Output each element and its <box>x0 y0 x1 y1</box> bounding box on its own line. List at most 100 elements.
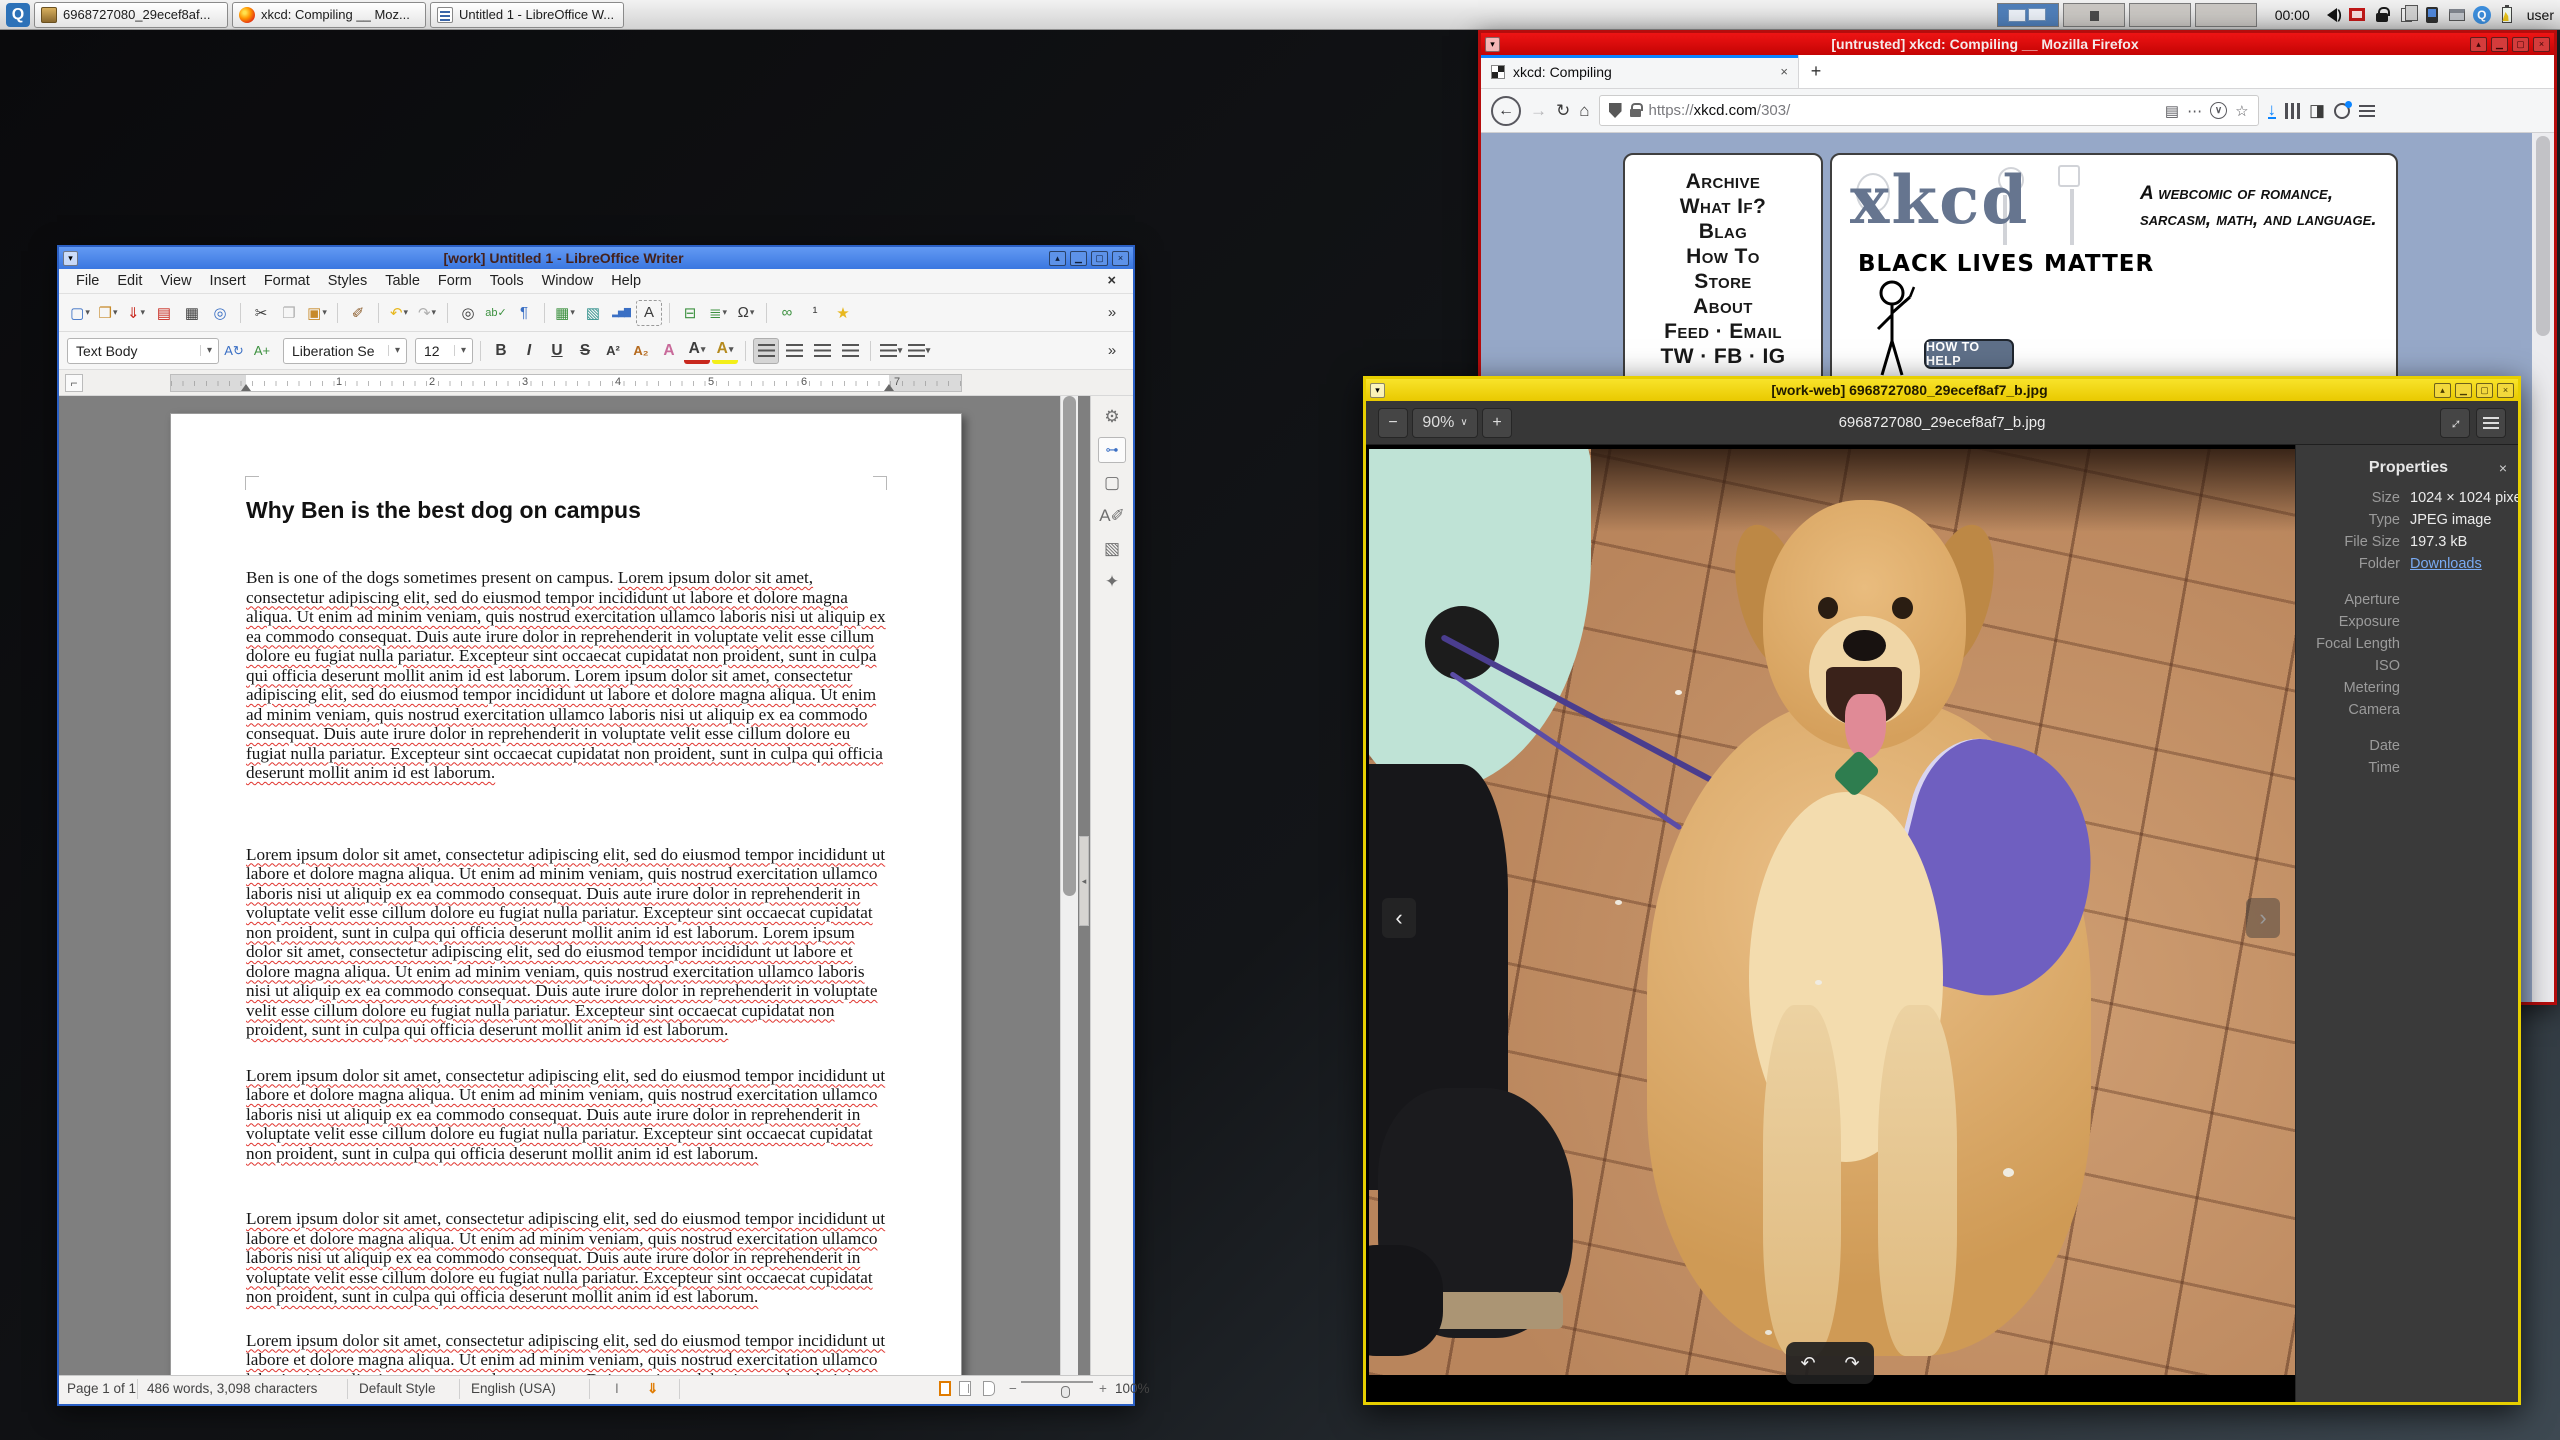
page-count[interactable]: Page 1 of 1 <box>67 1381 136 1396</box>
previous-image-button[interactable]: ‹ <box>1382 898 1416 938</box>
insert-image-button[interactable]: ▧ <box>580 300 606 326</box>
clear-formatting-button[interactable]: A <box>656 338 682 364</box>
find-replace-button[interactable]: ◎ <box>455 300 481 326</box>
menu-insert[interactable]: Insert <box>201 271 255 291</box>
bullet-list-button[interactable]: ▾ <box>878 338 904 364</box>
xkcd-link-store[interactable]: Store <box>1694 269 1751 294</box>
footnote-button[interactable]: ¹ <box>802 300 828 326</box>
home-button[interactable]: ⌂ <box>1579 101 1589 121</box>
font-color-button[interactable]: A ▾ <box>684 338 710 364</box>
sidebar-settings-icon[interactable]: ⚙ <box>1098 404 1126 430</box>
rotate-right-button[interactable]: ↷ <box>1844 1353 1859 1374</box>
workspace-4[interactable] <box>2194 2 2257 27</box>
font-name-select[interactable]: Liberation Se ▾ <box>283 337 407 364</box>
insert-mode-icon[interactable]: I <box>615 1381 619 1396</box>
menu-file[interactable]: File <box>67 271 108 291</box>
single-page-view-icon[interactable] <box>939 1381 951 1396</box>
new-tab-button[interactable]: + <box>1799 55 1833 88</box>
maximize-button[interactable]: ▢ <box>2476 382 2493 398</box>
pocket-icon[interactable]: ∨ <box>2210 102 2228 119</box>
sidebar-gallery-icon[interactable]: ▧ <box>1098 536 1126 562</box>
zoom-out-icon[interactable]: − <box>1009 1381 1017 1396</box>
paragraph-style-select[interactable]: Text Body ▾ <box>67 337 219 364</box>
reader-mode-icon[interactable]: ▤ <box>2165 102 2179 120</box>
insert-chart-button[interactable]: ▂▅▇ <box>608 300 634 326</box>
minimize-button[interactable]: ▁ <box>2491 36 2508 52</box>
tab-close-icon[interactable]: × <box>1780 64 1788 79</box>
devices-icon[interactable] <box>2422 5 2442 25</box>
xkcd-link-socials[interactable]: TW · FB · IG <box>1661 344 1786 369</box>
how-to-help-button[interactable]: HOW TO HELP <box>1924 339 2014 369</box>
workspace-3[interactable] <box>2128 2 2191 27</box>
redo-button[interactable]: ↷ ▾ <box>414 300 440 326</box>
firefox-menu-icon[interactable] <box>2359 104 2376 117</box>
special-character-button[interactable]: Ω ▾ <box>733 300 759 326</box>
shade-button[interactable]: ▴ <box>2434 382 2451 398</box>
menu-help[interactable]: Help <box>602 271 650 291</box>
undo-button[interactable]: ↶ ▾ <box>386 300 412 326</box>
window-menu-icon[interactable]: ▾ <box>1370 382 1385 398</box>
url-text[interactable]: https://xkcd.com/303/ <box>1649 102 2157 119</box>
scrollbar-thumb[interactable] <box>2536 136 2550 336</box>
tracking-protection-icon[interactable] <box>1608 103 1622 118</box>
close-button[interactable]: × <box>1112 250 1129 266</box>
numbered-list-button[interactable]: ▾ <box>906 338 932 364</box>
viewer-titlebar[interactable]: ▾ [work-web] 6968727080_29ecef8af7_b.jpg… <box>1366 379 2518 401</box>
underline-button[interactable]: U <box>544 338 570 364</box>
shade-button[interactable]: ▴ <box>2470 36 2487 52</box>
hyperlink-button[interactable]: ∞ <box>774 300 800 326</box>
minimize-button[interactable]: ▁ <box>2455 382 2472 398</box>
next-image-button[interactable]: › <box>2246 898 2280 938</box>
superscript-button[interactable]: A² <box>600 338 626 364</box>
zoom-slider-thumb[interactable] <box>1061 1386 1070 1398</box>
strikethrough-button[interactable]: S <box>572 338 598 364</box>
qubes-menu-button[interactable]: Q <box>6 2 30 27</box>
maximize-button[interactable]: ▢ <box>1091 250 1108 266</box>
shade-button[interactable]: ▴ <box>1049 250 1066 266</box>
forward-button[interactable]: → <box>1530 101 1547 121</box>
menu-window[interactable]: Window <box>533 271 603 291</box>
bookmark-star-icon[interactable]: ☆ <box>2235 102 2248 120</box>
align-right-button[interactable] <box>809 338 835 364</box>
window-menu-icon[interactable]: ▾ <box>1485 36 1500 52</box>
clipboard-icon[interactable] <box>2397 4 2419 25</box>
new-style-button[interactable]: A+ <box>249 338 275 364</box>
close-button[interactable]: × <box>2497 382 2514 398</box>
new-document-button[interactable]: ▢ ▾ <box>67 300 93 326</box>
firefox-scrollbar[interactable] <box>2532 133 2554 1002</box>
insert-table-button[interactable]: ▦ ▾ <box>552 300 578 326</box>
workspace-1[interactable] <box>1996 2 2059 27</box>
menu-view[interactable]: View <box>151 271 200 291</box>
open-button[interactable]: ❒ ▾ <box>95 300 121 326</box>
xkcd-link-howto[interactable]: How To <box>1686 244 1760 269</box>
maximize-button[interactable]: ▢ <box>2512 36 2529 52</box>
sidebar-styles-icon[interactable]: A✐ <box>1098 503 1126 529</box>
workspace-2[interactable] <box>2062 2 2125 27</box>
sidebar-hide-handle[interactable]: ◂ <box>1079 836 1089 926</box>
rotate-left-button[interactable]: ↶ <box>1800 1353 1815 1374</box>
taskbar-item-firefox[interactable]: xkcd: Compiling __ Moz... <box>232 1 426 28</box>
sidebars-icon[interactable]: ◨ <box>2309 101 2325 121</box>
menu-format[interactable]: Format <box>255 271 319 291</box>
xkcd-link-feed-email[interactable]: Feed · Email <box>1664 319 1782 344</box>
print-preview-button[interactable]: ◎ <box>207 300 233 326</box>
qube-manager-icon[interactable] <box>2347 5 2367 25</box>
copy-button[interactable]: ❐ <box>276 300 302 326</box>
word-count[interactable]: 486 words, 3,098 characters <box>147 1381 317 1396</box>
properties-close-icon[interactable]: × <box>2493 460 2513 476</box>
export-pdf-button[interactable]: ▤ <box>151 300 177 326</box>
menu-table[interactable]: Table <box>376 271 429 291</box>
bookmark-button[interactable]: ★ <box>830 300 856 326</box>
bold-button[interactable]: B <box>488 338 514 364</box>
save-button[interactable]: ⇓ ▾ <box>123 300 149 326</box>
update-style-button[interactable]: A↻ <box>221 338 247 364</box>
sidebar-properties-icon[interactable]: ⊶ <box>1098 437 1126 463</box>
dog-photo[interactable] <box>1369 449 2295 1375</box>
taskbar-item-writer[interactable]: Untitled 1 - LibreOffice W... <box>430 1 624 28</box>
padlock-icon[interactable] <box>1629 103 1644 117</box>
book-view-icon[interactable] <box>983 1381 995 1396</box>
page-break-button[interactable]: ⊟ <box>677 300 703 326</box>
menu-form[interactable]: Form <box>429 271 481 291</box>
right-indent-marker[interactable] <box>884 384 894 391</box>
fullscreen-button[interactable]: ↔ <box>2440 407 2470 438</box>
